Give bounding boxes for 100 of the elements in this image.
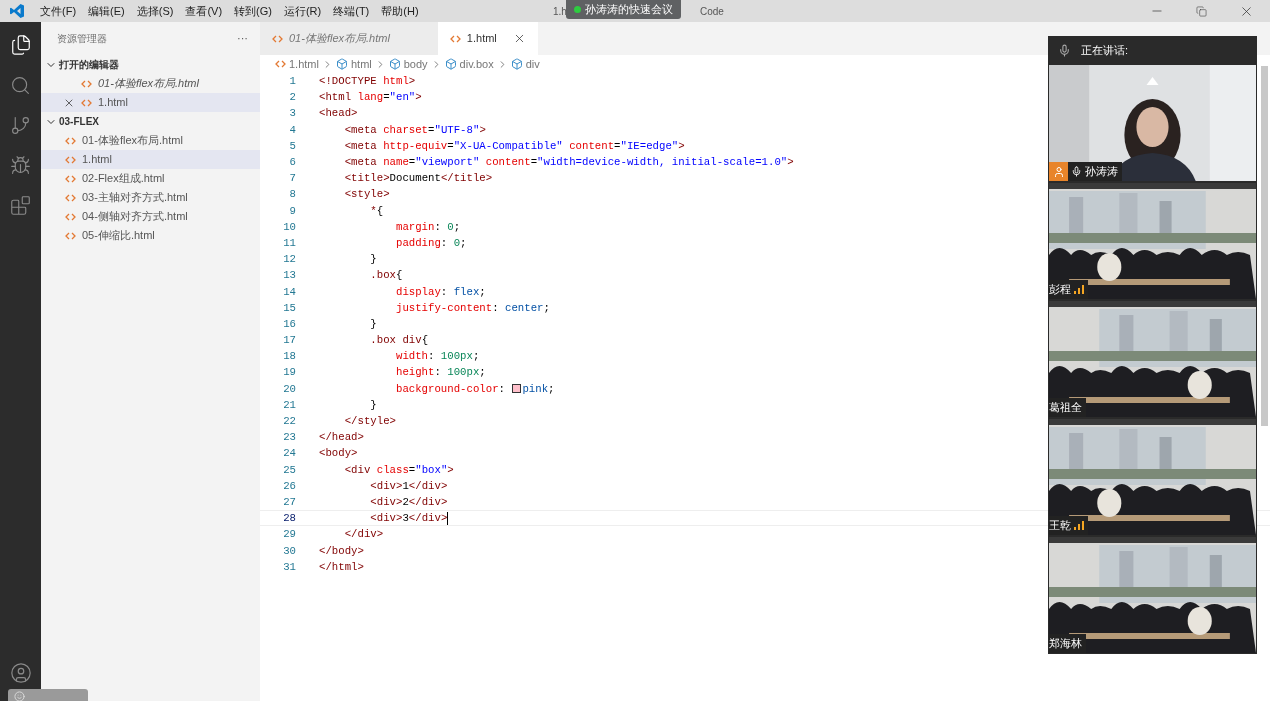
line-number: 9	[288, 203, 296, 219]
video-tile[interactable]: 彭程	[1049, 183, 1256, 299]
line-number: 11	[282, 235, 296, 251]
tab-label: 01-体验flex布局.html	[289, 31, 390, 47]
menu-item[interactable]: 选择(S)	[130, 2, 180, 20]
code-line: </div>	[343, 527, 384, 543]
participant-name: 葛祖全	[1049, 400, 1082, 416]
html-file-icon	[449, 34, 461, 43]
code-line: <!DOCTYPE html>	[319, 74, 416, 90]
line-number: 26	[282, 478, 296, 494]
line-number: 24	[282, 446, 296, 462]
line-number: 20	[282, 381, 296, 397]
code-line: width: 100px;	[394, 349, 480, 365]
code-line: <div>2</div>	[369, 494, 448, 510]
code-line: .box div{	[369, 333, 429, 349]
branch-icon[interactable]	[10, 115, 31, 136]
code-line: </body>	[319, 543, 364, 559]
code-line: margin: 0;	[394, 219, 461, 235]
file-item[interactable]: 1.html	[41, 93, 260, 112]
file-item[interactable]: 03-主轴对齐方式.html	[41, 188, 260, 207]
line-number: 3	[288, 106, 296, 122]
code-line: background-color: pink;	[394, 381, 555, 397]
html-file-icon	[65, 136, 76, 145]
menu-item[interactable]: 查看(V)	[179, 2, 229, 20]
account-icon[interactable]	[9, 662, 32, 684]
video-tile[interactable]: 葛祖全	[1049, 301, 1256, 417]
section-heading[interactable]: 03-FLEX	[59, 114, 99, 129]
breadcrumb-item[interactable]: html	[350, 55, 372, 73]
line-number: 19	[282, 365, 296, 381]
html-file-icon	[81, 79, 92, 88]
signal-icon	[1074, 521, 1084, 530]
file-item[interactable]: 01-体验flex布局.html	[41, 74, 260, 93]
code-line: justify-content: center;	[394, 300, 550, 316]
code-line: </head>	[319, 430, 364, 446]
editor-tab[interactable]: 01-体验flex布局.html	[260, 22, 438, 55]
menu-item[interactable]: 编辑(E)	[82, 2, 131, 20]
line-number: 14	[282, 284, 296, 300]
file-item[interactable]: 1.html	[41, 150, 260, 169]
cube-icon	[444, 58, 457, 70]
breadcrumb-item[interactable]: 1.html	[289, 55, 319, 73]
search-icon[interactable]	[10, 75, 31, 96]
breadcrumb-item[interactable]: div	[525, 55, 540, 73]
code-line: }	[369, 397, 377, 413]
menu-item[interactable]: 终端(T)	[327, 2, 376, 20]
code-line: <meta charset="UTF-8">	[343, 122, 486, 138]
host-icon	[1049, 162, 1068, 181]
line-number: 28	[282, 511, 296, 527]
menu-item[interactable]: 文件(F)	[34, 2, 83, 20]
line-number: 25	[282, 462, 296, 478]
file-item[interactable]: 01-体验flex布局.html	[41, 131, 260, 150]
file-item[interactable]: 05-伸缩比.html	[41, 226, 260, 245]
html-file-icon	[65, 193, 76, 202]
line-number: 22	[282, 414, 296, 429]
cube-icon	[388, 58, 401, 70]
line-number: 5	[288, 138, 296, 154]
code-line: padding: 0;	[394, 235, 467, 251]
file-name: 1.html	[82, 152, 112, 168]
extensions-icon[interactable]	[10, 195, 31, 216]
code-line: <div>1</div>	[369, 478, 448, 494]
editor-tab[interactable]: 1.html	[437, 22, 538, 55]
meeting-title: 孙涛涛的快速会议	[585, 2, 673, 18]
more-actions-button[interactable]: ···	[237, 30, 248, 47]
menu-item[interactable]: 运行(R)	[277, 2, 328, 20]
debug-icon[interactable]	[10, 155, 31, 176]
html-file-icon	[275, 60, 286, 68]
code-line: <style>	[343, 187, 390, 203]
menu-item[interactable]: 帮助(H)	[375, 2, 425, 20]
line-number: 16	[282, 316, 296, 332]
line-number: 29	[282, 527, 296, 543]
code-line: <body>	[319, 446, 358, 462]
meeting-badge[interactable]: 孙涛涛的快速会议	[566, 0, 681, 19]
video-tile[interactable]: 孙涛涛	[1049, 65, 1256, 181]
code-line: display: flex;	[394, 284, 486, 300]
line-number: 4	[288, 122, 296, 138]
microphone-icon[interactable]	[1058, 44, 1071, 57]
html-file-icon	[65, 155, 76, 164]
code-line: }	[369, 316, 377, 332]
tab-label: 1.html	[466, 31, 497, 47]
menu-item[interactable]: 转到(G)	[228, 2, 278, 20]
file-name: 03-主轴对齐方式.html	[82, 190, 188, 206]
file-name: 04-侧轴对齐方式.html	[82, 209, 188, 225]
line-number: 21	[282, 397, 296, 413]
restore-icon[interactable]	[1196, 5, 1207, 17]
html-file-icon	[81, 98, 92, 107]
video-tile[interactable]: 郑海林	[1049, 537, 1256, 653]
line-number: 13	[282, 268, 296, 284]
section-heading[interactable]: 打开的编辑器	[59, 57, 119, 72]
explorer-icon[interactable]	[9, 34, 32, 56]
video-tile[interactable]: 王乾	[1049, 419, 1256, 535]
file-item[interactable]: 04-侧轴对齐方式.html	[41, 207, 260, 226]
window-title: Code	[700, 4, 724, 19]
line-number: 17	[282, 333, 296, 349]
breadcrumb-item[interactable]: body	[403, 55, 428, 73]
breadcrumb-item[interactable]: div.box	[459, 55, 494, 73]
microphone-icon	[1071, 166, 1082, 177]
file-name: 02-Flex组成.html	[82, 171, 165, 187]
file-name: 01-体验flex布局.html	[82, 133, 183, 149]
line-number: 6	[288, 155, 296, 170]
line-number: 15	[282, 300, 296, 316]
file-item[interactable]: 02-Flex组成.html	[41, 169, 260, 188]
